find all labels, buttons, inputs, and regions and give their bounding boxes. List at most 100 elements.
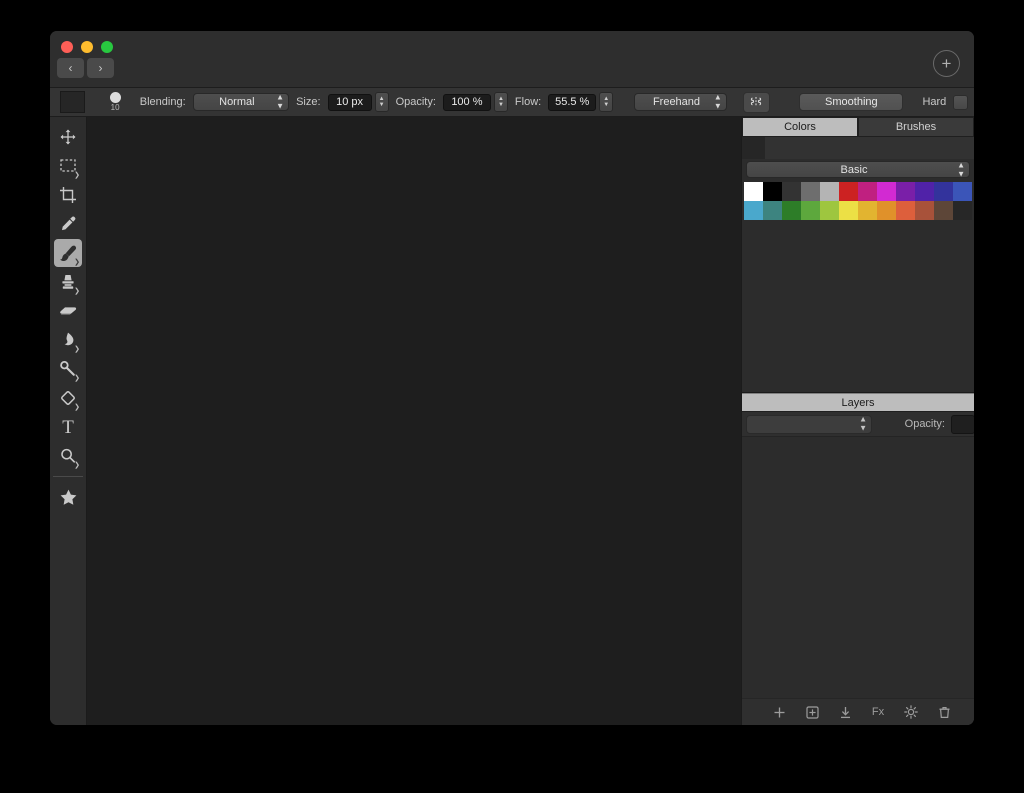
palette-select[interactable]: Basic ▲ ▼: [746, 161, 970, 178]
workspace: ❯ ❯ ❯ ❯ ❯ ❯ T ❯ Colors Brushes Basic ▲ ▼…: [50, 117, 974, 725]
color-swatch[interactable]: [953, 182, 972, 201]
symmetry-button[interactable]: [742, 91, 771, 113]
tools-sidebar: ❯ ❯ ❯ ❯ ❯ ❯ T ❯: [50, 117, 87, 725]
color-swatch[interactable]: [744, 182, 763, 201]
delete-layer-icon[interactable]: [936, 704, 952, 720]
symmetry-icon: [751, 96, 762, 105]
color-swatch[interactable]: [839, 201, 858, 220]
flow-label: Flow:: [514, 96, 542, 108]
blending-label: Blending:: [139, 96, 186, 108]
sidebar-item-clone-stamp-tool[interactable]: ❯: [54, 268, 82, 296]
add-document-button[interactable]: +: [933, 50, 960, 77]
current-color-row: [742, 137, 974, 159]
layer-blend-mode-select[interactable]: ▲ ▼: [746, 414, 872, 434]
opacity-label: Opacity:: [395, 96, 436, 108]
smoothing-button[interactable]: Smoothing: [799, 93, 904, 111]
close-window-button[interactable]: [61, 41, 73, 53]
color-swatch[interactable]: [763, 201, 782, 220]
color-swatch[interactable]: [801, 182, 820, 201]
flow-stepper[interactable]: ▲ ▼: [599, 92, 614, 112]
color-swatch[interactable]: [915, 201, 934, 220]
color-swatch[interactable]: [915, 182, 934, 201]
color-swatch[interactable]: [744, 201, 763, 220]
merge-down-icon[interactable]: [837, 704, 853, 720]
title-bar: ‹ › +: [50, 31, 974, 88]
opacity-field-group: 100 % ▲ ▼: [442, 92, 508, 112]
opacity-stepper[interactable]: ▲ ▼: [493, 92, 508, 112]
color-swatch[interactable]: [934, 201, 953, 220]
tool-options-bar: 10 Blending: Normal ▲ ▼ Size: 10 px ▲ ▼ Op…: [50, 88, 974, 117]
color-swatch[interactable]: [820, 201, 839, 220]
effects-icon[interactable]: Fx: [870, 704, 886, 720]
sidebar-item-eyedropper-tool[interactable]: [54, 210, 82, 238]
minimize-window-button[interactable]: [81, 41, 93, 53]
adjustments-icon[interactable]: [903, 704, 919, 720]
navigation-buttons: ‹ ›: [57, 58, 114, 78]
submenu-indicator: ❯: [74, 375, 80, 382]
blending-mode-select[interactable]: Normal ▲ ▼: [192, 92, 290, 111]
tab-colors[interactable]: Colors: [742, 117, 858, 137]
hard-checkbox[interactable]: [953, 94, 968, 110]
blending-mode-value: Normal: [219, 96, 255, 108]
colors-panel: Basic ▲ ▼: [742, 137, 974, 393]
color-swatch[interactable]: [782, 201, 801, 220]
palette-name: Basic: [840, 163, 868, 176]
color-swatch[interactable]: [877, 182, 896, 201]
color-swatch[interactable]: [782, 182, 801, 201]
move-icon: [60, 129, 76, 145]
submenu-indicator: ❯: [74, 259, 80, 266]
flow-input[interactable]: 55.5 %: [548, 93, 597, 111]
maximize-window-button[interactable]: [101, 41, 113, 53]
color-swatch[interactable]: [896, 182, 915, 201]
submenu-indicator: ❯: [74, 288, 80, 295]
tab-brushes[interactable]: Brushes: [858, 117, 974, 137]
brush-preview[interactable]: 10: [98, 92, 133, 112]
chevron-updown-icon: ▲ ▼: [276, 92, 285, 111]
current-color-swatch[interactable]: [742, 137, 765, 159]
sidebar-item-zoom-tool[interactable]: ❯: [54, 442, 82, 470]
opacity-input[interactable]: 100 %: [442, 93, 491, 111]
add-layer-icon[interactable]: [771, 704, 787, 720]
color-swatch[interactable]: [801, 201, 820, 220]
color-swatch[interactable]: [858, 182, 877, 201]
stroke-mode-select[interactable]: Freehand ▲ ▼: [634, 93, 727, 111]
sidebar-item-favorites-tool[interactable]: [54, 483, 82, 511]
sidebar-item-move-tool[interactable]: [54, 123, 82, 151]
sidebar-item-eraser-tool[interactable]: [54, 297, 82, 325]
layers-panel-header: Layers: [742, 393, 974, 412]
sidebar-item-paint-bucket-tool[interactable]: ❯: [54, 384, 82, 412]
eraser-icon: [59, 306, 76, 314]
layers-toolbar: Fx: [742, 698, 974, 725]
sidebar-item-marquee-tool[interactable]: ❯: [54, 152, 82, 180]
chevron-updown-icon: ▲ ▼: [957, 160, 965, 178]
layer-opacity-label: Opacity:: [904, 418, 945, 430]
color-swatch[interactable]: [877, 201, 896, 220]
color-swatch[interactable]: [763, 182, 782, 201]
submenu-indicator: ❯: [74, 462, 80, 469]
sidebar-item-brush-tool[interactable]: ❯: [54, 239, 82, 267]
color-swatch[interactable]: [858, 201, 877, 220]
size-stepper[interactable]: ▲ ▼: [374, 92, 389, 112]
add-group-icon[interactable]: [804, 704, 820, 720]
chevron-updown-icon: ▲ ▼: [859, 414, 867, 433]
color-swatch[interactable]: [839, 182, 858, 201]
back-button[interactable]: ‹: [57, 58, 84, 78]
canvas-area[interactable]: [87, 117, 741, 725]
star-icon: [60, 489, 76, 505]
sidebar-item-text-tool[interactable]: T: [54, 413, 82, 441]
layers-controls: ▲ ▼ Opacity:: [742, 412, 974, 437]
forward-button[interactable]: ›: [87, 58, 114, 78]
chevron-updown-icon: ▲ ▼: [713, 92, 722, 111]
sidebar-item-crop-tool[interactable]: [54, 181, 82, 209]
color-swatch[interactable]: [896, 201, 915, 220]
layers-list[interactable]: [742, 437, 974, 698]
sidebar-item-dodge-tool[interactable]: ❯: [54, 355, 82, 383]
color-swatch[interactable]: [953, 201, 972, 220]
sidebar-item-smudge-tool[interactable]: ❯: [54, 326, 82, 354]
size-input[interactable]: 10 px: [327, 93, 372, 111]
color-swatch[interactable]: [820, 182, 839, 201]
foreground-color-swatch[interactable]: [60, 91, 85, 113]
layer-opacity-input[interactable]: [951, 414, 974, 434]
color-swatch[interactable]: [934, 182, 953, 201]
hard-label: Hard: [922, 96, 947, 108]
